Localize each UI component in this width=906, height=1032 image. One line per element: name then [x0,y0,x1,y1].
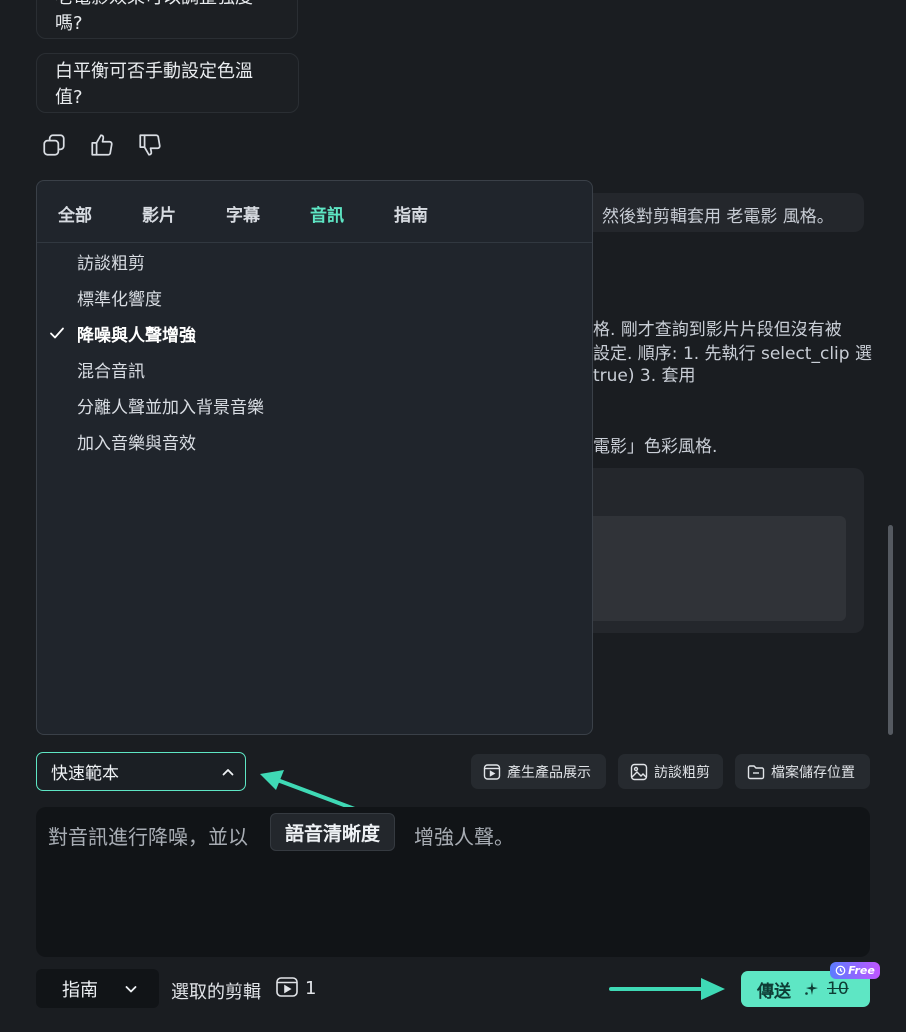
quick-template-dropdown: 全部 影片 字幕 音訊 指南 訪談粗剪 標準化響度 降噪與人聲增強 混合音訊 分… [36,180,593,735]
chat-message-text: true) 3. 套用 [593,366,696,386]
tab-guide[interactable]: 指南 [394,201,428,226]
category-tabs: 全部 影片 字幕 音訊 指南 [37,181,592,243]
prompt-variable-chip[interactable]: 語音清晰度 [270,813,396,851]
chat-message-text: 然後對剪輯套用 老電影 風格。 [602,207,834,227]
shortcut-label: 檔案儲存位置 [771,764,855,781]
checkmark-icon [50,327,64,339]
template-item[interactable]: 加入音樂與音效 [77,429,196,454]
suggestion-chip-2[interactable]: 白平衡可否手動設定色溫值? [36,53,299,113]
mode-label: 指南 [62,979,98,1001]
chat-card-preview [560,516,846,621]
template-item[interactable]: 訪談粗剪 [77,249,145,274]
chevron-down-icon [125,986,137,993]
tab-all[interactable]: 全部 [58,201,92,226]
template-item-selected[interactable]: 降噪與人聲增強 [77,321,196,346]
free-badge-label: Free [848,964,875,977]
shortcut-label: 訪談粗剪 [654,764,710,781]
prompt-input[interactable]: 對音訊進行降噪，並以 語音清晰度 增強人聲。 [36,807,870,957]
chevron-up-icon [222,769,234,776]
send-label: 傳送 [757,981,791,1002]
shortcut-interview-rough-cut[interactable]: 訪談粗剪 [618,754,723,789]
quick-template-select[interactable]: 快速範本 [36,752,246,791]
annotation-arrow [609,978,725,1000]
folder-icon [747,764,765,779]
shortcut-file-save-location[interactable]: 檔案儲存位置 [735,754,870,789]
sparkle-icon [805,982,818,995]
selected-clips-label: 選取的剪輯 [171,982,261,1003]
thumbs-up-icon[interactable] [88,131,116,159]
suggestion-chip-1[interactable]: 老電影效果可以調整強度嗎? [36,0,298,39]
video-icon [483,763,501,780]
free-badge: Free [830,962,880,979]
credit-cost: 10 [827,979,849,999]
tab-subtitle[interactable]: 字幕 [226,201,260,226]
thumbs-down-icon[interactable] [136,131,164,159]
template-item[interactable]: 標準化響度 [77,285,162,310]
tab-audio[interactable]: 音訊 [310,201,344,226]
prompt-suffix: 增強人聲。 [414,825,514,849]
chat-message-text: 格. 剛才查詢到影片片段但沒有被 [593,320,842,340]
quick-template-label: 快速範本 [51,764,119,784]
copy-icon[interactable] [40,131,68,159]
mode-select[interactable]: 指南 [36,969,159,1008]
image-icon [630,763,648,780]
suggestion-label: 白平衡可否手動設定色溫值? [55,61,253,108]
tab-video[interactable]: 影片 [142,201,176,226]
clock-icon [835,965,846,976]
clip-icon [276,977,298,997]
chat-message-text: 電影」色彩風格. [593,437,718,457]
template-item[interactable]: 混合音訊 [77,357,145,382]
shortcut-generate-product-showcase[interactable]: 產生產品展示 [471,754,606,789]
selected-clips-count: 1 [305,978,317,999]
scrollbar[interactable] [888,525,893,735]
suggestion-label: 老電影效果可以調整強度嗎? [55,0,253,34]
prompt-text: 對音訊進行降噪，並以 [48,825,248,849]
template-item[interactable]: 分離人聲並加入背景音樂 [77,393,264,418]
shortcut-label: 產生產品展示 [507,764,591,781]
